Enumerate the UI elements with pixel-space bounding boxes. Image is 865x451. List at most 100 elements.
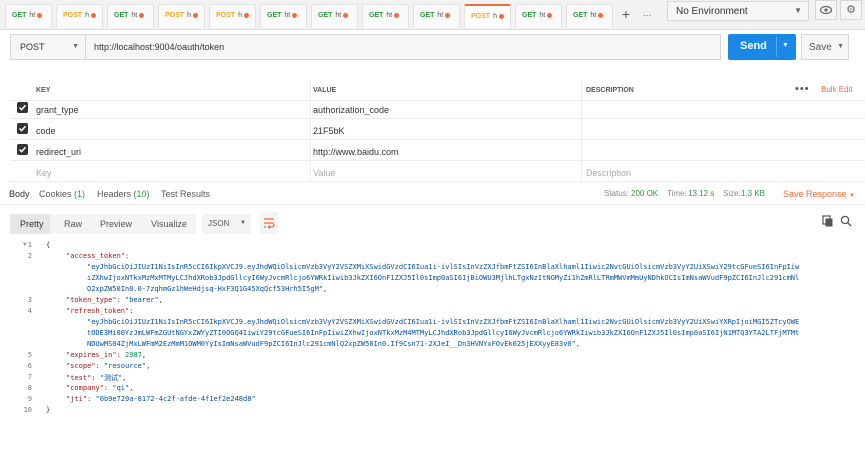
tab-headers-label: Headers <box>97 189 132 199</box>
format-select[interactable]: JSON ▼ <box>202 214 251 234</box>
tab-title: ht <box>131 12 138 19</box>
tab-cookies[interactable]: Cookies (1) <box>39 189 85 199</box>
pretty-button[interactable]: Pretty <box>10 214 50 234</box>
checkbox-checked[interactable] <box>17 102 28 113</box>
tab-method: POST <box>216 12 236 19</box>
method-select[interactable]: POST ▼ <box>10 34 86 60</box>
wrap-lines-button[interactable] <box>260 212 278 234</box>
request-tab[interactable]: GET ht <box>311 4 358 28</box>
description-input[interactable]: Description <box>581 161 796 182</box>
request-tab[interactable]: GET ht <box>107 4 154 28</box>
tab-cookies-label: Cookies <box>39 189 72 199</box>
time-label: Time: <box>667 189 687 198</box>
placeholder-row: Key Value Description <box>10 161 865 182</box>
bulk-edit-link[interactable]: Bulk Edit <box>821 85 853 94</box>
param-value[interactable]: authorization_code <box>310 98 585 119</box>
tab-headers[interactable]: Headers (10) <box>97 189 150 199</box>
environment-select[interactable]: No Environment ▼ <box>667 1 809 21</box>
param-description[interactable] <box>581 140 796 161</box>
eye-icon <box>819 5 833 15</box>
param-key[interactable]: code <box>36 119 56 140</box>
url-input[interactable]: http://localhost:9004/oauth/token <box>86 34 721 60</box>
json-key: "token_type": <box>66 296 121 304</box>
unsaved-dot-icon <box>292 12 298 18</box>
raw-button[interactable]: Raw <box>64 214 82 234</box>
request-tab[interactable]: POST h <box>56 4 103 28</box>
json-string: "0b9e729a-8172-4c2f-afde-4f1ef2e248d8" <box>95 395 256 403</box>
fold-arrow-icon[interactable]: ▼ <box>23 241 27 248</box>
preview-button[interactable]: Preview <box>100 214 132 234</box>
unsaved-dot-icon <box>192 12 198 18</box>
status-value: 200 OK <box>631 189 659 198</box>
send-divider <box>776 37 777 57</box>
json-key: "expires_in": <box>66 351 121 359</box>
chevron-down-icon: ▼ <box>240 220 246 226</box>
send-button[interactable]: Send ▼ <box>728 34 796 60</box>
key-input[interactable]: Key <box>36 161 52 182</box>
check-icon <box>18 125 27 132</box>
json-string: tODE3Mi00YzJmLWFmZGUtNGYxZWYyZTI0OGQ4Iiw… <box>87 329 800 337</box>
request-tab[interactable]: POST h <box>158 4 205 28</box>
request-tab[interactable]: GET ht <box>5 4 52 28</box>
request-tab[interactable]: GET ht <box>260 4 307 28</box>
visualize-button[interactable]: Visualize <box>151 214 187 234</box>
save-button[interactable]: Save ▼ <box>801 34 849 60</box>
param-description[interactable] <box>581 98 796 119</box>
request-tab[interactable]: GET ht <box>362 4 409 28</box>
unsaved-dot-icon <box>547 12 553 18</box>
checkbox-checked[interactable] <box>17 144 28 155</box>
response-tabs: Body Cookies (1) Headers (10) Test Resul… <box>0 185 865 205</box>
json-string: "qi" <box>112 384 130 392</box>
request-tab[interactable]: GET ht <box>566 4 613 28</box>
body-format-group: Pretty Raw Preview Visualize <box>10 214 196 234</box>
chevron-down-icon: ▼ <box>72 43 79 50</box>
gear-icon: ⚙ <box>846 4 856 16</box>
tab-title: ht <box>335 12 342 19</box>
new-tab-button[interactable]: + <box>618 6 634 24</box>
request-tab[interactable]: POST h <box>464 4 511 28</box>
copy-icon[interactable] <box>822 215 834 229</box>
request-tab[interactable]: POST h <box>209 4 256 28</box>
json-line: "jti": "0b9e729a-8172-4c2f-afde-4f1ef2e2… <box>66 395 256 403</box>
value-input[interactable]: Value <box>310 161 585 182</box>
tab-method: GET <box>267 12 282 19</box>
tab-title: ht <box>284 12 291 19</box>
chevron-down-icon: ▼ <box>794 6 802 15</box>
line-number: 7 <box>27 373 32 381</box>
param-value[interactable]: http://www.baidu.com <box>310 140 585 161</box>
request-tabs-bar: GET ht POST h GET ht POST h POST h GET ht GET ht GET ht… <box>0 0 865 30</box>
json-string: "eyJhbGciOiJIUzI1NiIsInR5cCI6IkpXVCJ9.ey… <box>87 263 800 271</box>
json-key: "jti": <box>66 395 92 403</box>
json-key: "scope": <box>66 362 100 370</box>
unsaved-dot-icon <box>90 12 96 18</box>
param-description[interactable] <box>581 119 796 140</box>
checkbox-checked[interactable] <box>17 123 28 134</box>
json-key: "access_token": <box>66 252 130 260</box>
tab-test-results[interactable]: Test Results <box>161 189 210 199</box>
chevron-down-icon[interactable]: ▼ <box>782 42 789 49</box>
manage-environments-button[interactable]: ⚙ <box>840 0 862 20</box>
search-icon[interactable] <box>840 215 852 229</box>
unsaved-dot-icon <box>394 12 400 18</box>
tab-body[interactable]: Body <box>9 189 30 199</box>
line-number: 8 <box>27 384 32 392</box>
table-row: code 21F5bK <box>10 119 865 140</box>
save-response-button[interactable]: Save Response ▼ <box>783 189 855 199</box>
chevron-down-icon[interactable]: ▼ <box>837 43 844 50</box>
param-value[interactable]: 21F5bK <box>310 119 585 140</box>
json-close-brace: } <box>46 406 51 414</box>
tab-title: h <box>238 12 242 19</box>
param-key[interactable]: grant_type <box>36 98 79 119</box>
request-tab[interactable]: GET ht <box>515 4 562 28</box>
json-line: "company": "qi", <box>66 384 134 392</box>
line-number: 10 <box>23 406 32 414</box>
json-string: "resource" <box>103 362 147 370</box>
json-string: iZXhwIjoxNTkxMzMxMTMyLCJhdXRob3JpdGllcyI… <box>87 274 800 282</box>
param-key[interactable]: redirect_uri <box>36 140 81 161</box>
environment-quick-look-button[interactable] <box>815 0 837 20</box>
tab-overflow-button[interactable]: ··· <box>640 6 654 24</box>
more-options-icon[interactable]: ••• <box>795 84 810 95</box>
json-key: "company": <box>66 384 109 392</box>
response-body-viewer[interactable]: 1 ▼ 2 3 4 5 6 7 8 9 10 { "access_token":… <box>0 240 865 420</box>
request-tab[interactable]: GET ht <box>413 4 460 28</box>
